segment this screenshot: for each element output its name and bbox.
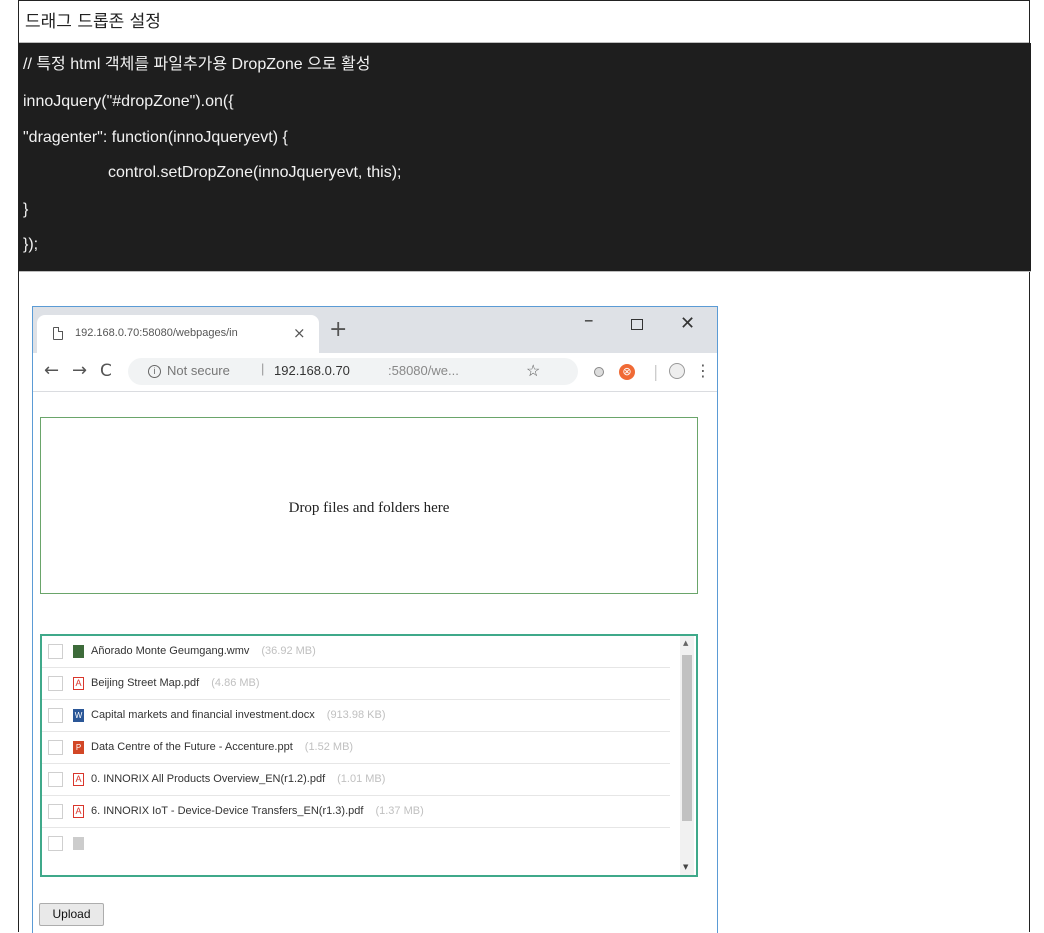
browser-toolbar: ← → C i Not secure | 192.168.0.70 :58080… (33, 353, 717, 392)
minimize-icon[interactable]: – (584, 309, 594, 331)
page-icon (53, 327, 63, 340)
close-tab-icon[interactable]: × (293, 324, 306, 342)
file-size: (913.98 KB) (326, 709, 386, 721)
file-list-scrollbar[interactable]: ▲ ▼ (680, 636, 694, 875)
file-name: Beijing Street Map.pdf (91, 677, 200, 689)
file-list[interactable]: Añorado Monte Geumgang.wmv (36.92 MB) A B… (40, 634, 698, 877)
pdf-file-icon: A (73, 773, 84, 786)
file-icon (73, 837, 84, 850)
url-separator: | (261, 361, 265, 376)
divider (19, 271, 1031, 272)
new-tab-icon[interactable]: + (329, 319, 347, 341)
file-checkbox[interactable] (48, 676, 63, 691)
file-row-partial[interactable] (42, 828, 670, 860)
tab-title: 192.168.0.70:58080/webpages/in (75, 327, 238, 339)
bookmark-star-icon[interactable]: ☆ (526, 361, 540, 381)
browser-window-screenshot: 192.168.0.70:58080/webpages/in × + – ✕ ←… (32, 306, 718, 933)
address-bar[interactable]: i Not secure | 192.168.0.70 :58080/we...… (128, 358, 578, 385)
file-size: (1.01 MB) (337, 773, 386, 785)
code-line: }); (23, 236, 39, 253)
drop-zone-label: Drop files and folders here (288, 500, 450, 516)
extension-blocker-icon[interactable]: ⊗ (619, 364, 635, 380)
code-line: "dragenter": function(innoJqueryevt) { (23, 129, 288, 146)
file-size: (1.52 MB) (304, 741, 354, 753)
toolbar-separator: | (653, 362, 659, 381)
code-line: // 특정 html 객체를 파일추가용 DropZone 으로 활성 (23, 56, 371, 73)
extension-icon[interactable] (594, 367, 604, 377)
scroll-down-arrow-icon[interactable]: ▼ (683, 863, 688, 871)
browser-tab[interactable]: 192.168.0.70:58080/webpages/in × (37, 315, 319, 353)
close-window-icon[interactable]: ✕ (680, 313, 695, 334)
back-arrow-icon[interactable]: ← (44, 361, 59, 381)
info-icon[interactable]: i (148, 365, 161, 378)
file-name: Añorado Monte Geumgang.wmv (91, 645, 250, 657)
file-row[interactable]: A 6. INNORIX IoT - Device-Device Transfe… (42, 796, 670, 828)
file-checkbox[interactable] (48, 708, 63, 723)
menu-dots-icon[interactable]: ⋮ (695, 361, 711, 380)
file-size: (4.86 MB) (211, 677, 260, 689)
code-line: innoJquery("#dropZone").on({ (23, 93, 234, 110)
code-line: } (23, 201, 29, 218)
file-checkbox[interactable] (48, 740, 63, 755)
file-checkbox[interactable] (48, 836, 63, 851)
maximize-icon[interactable] (631, 319, 643, 330)
not-secure-label: Not secure (167, 363, 230, 378)
file-row[interactable]: P Data Centre of the Future - Accenture.… (42, 732, 670, 764)
file-checkbox[interactable] (48, 772, 63, 787)
file-size: (36.92 MB) (261, 645, 316, 657)
file-size: (1.37 MB) (375, 805, 424, 817)
section-heading: 드래그 드롭존 설정 (19, 1, 1029, 43)
word-file-icon: W (73, 709, 84, 722)
code-line: control.setDropZone(innoJqueryevt, this)… (108, 164, 402, 181)
file-name: 6. INNORIX IoT - Device-Device Transfers… (91, 805, 364, 817)
file-checkbox[interactable] (48, 804, 63, 819)
pdf-file-icon: A (73, 677, 84, 690)
forward-arrow-icon[interactable]: → (72, 361, 87, 381)
file-checkbox[interactable] (48, 644, 63, 659)
profile-avatar-icon[interactable] (669, 363, 685, 379)
file-name: Data Centre of the Future - Accenture.pp… (91, 741, 293, 753)
url-path: :58080/we... (388, 363, 459, 378)
scroll-thumb[interactable] (682, 655, 692, 821)
scroll-up-arrow-icon[interactable]: ▲ (683, 639, 688, 647)
reload-icon[interactable]: C (100, 361, 112, 381)
url-host: 192.168.0.70 (274, 363, 350, 378)
content-frame: 드래그 드롭존 설정 // 특정 html 객체를 파일추가용 DropZone… (18, 0, 1031, 933)
upload-button[interactable]: Upload (39, 903, 104, 926)
ppt-file-icon: P (73, 741, 84, 754)
drop-zone[interactable]: Drop files and folders here (40, 417, 698, 594)
browser-titlebar: 192.168.0.70:58080/webpages/in × + – ✕ (33, 307, 717, 353)
pdf-file-icon: A (73, 805, 84, 818)
file-row[interactable]: A Beijing Street Map.pdf (4.86 MB) (42, 668, 670, 700)
code-block: // 특정 html 객체를 파일추가용 DropZone 으로 활성 inno… (19, 43, 1031, 271)
file-name: 0. INNORIX All Products Overview_EN(r1.2… (91, 773, 326, 785)
file-row[interactable]: W Capital markets and financial investme… (42, 700, 670, 732)
file-row[interactable]: Añorado Monte Geumgang.wmv (36.92 MB) (42, 636, 670, 668)
video-file-icon (73, 645, 84, 658)
file-name: Capital markets and financial investment… (91, 709, 315, 721)
file-row[interactable]: A 0. INNORIX All Products Overview_EN(r1… (42, 764, 670, 796)
